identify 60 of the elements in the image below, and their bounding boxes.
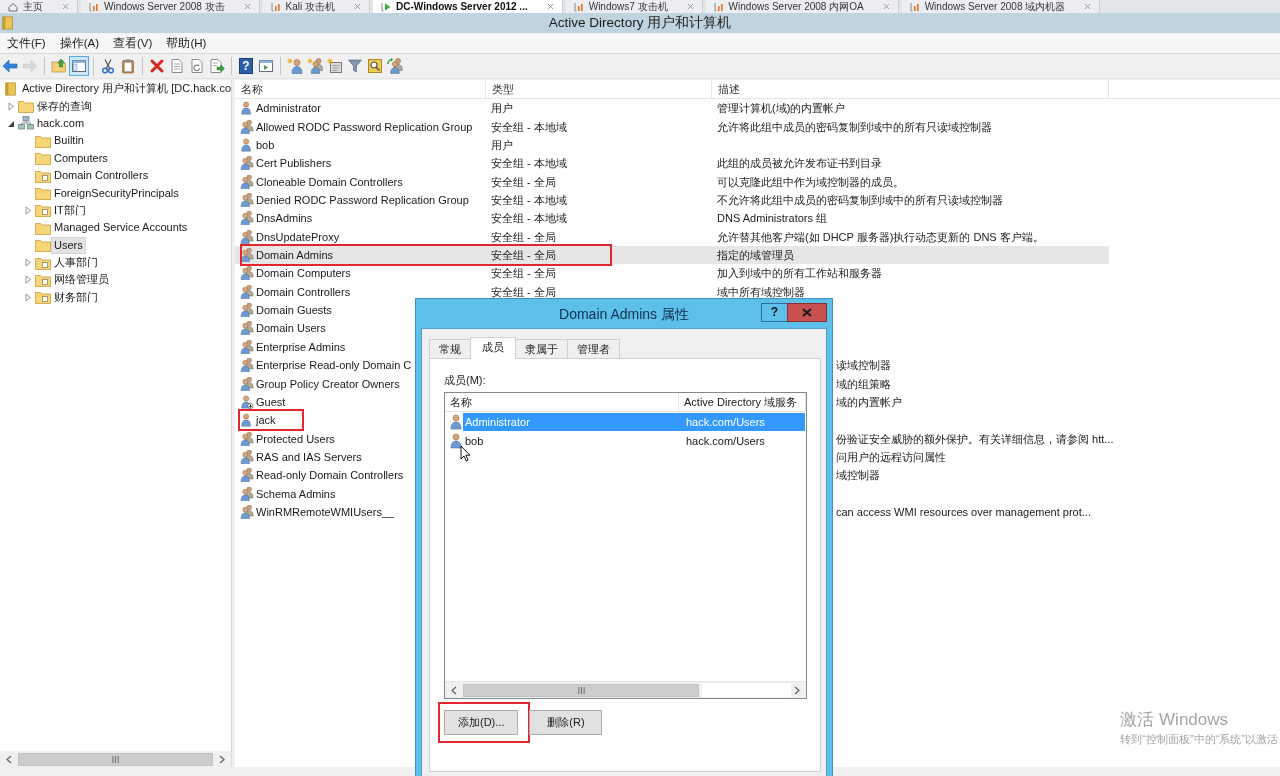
item-name: Enterprise Admins <box>256 339 346 354</box>
item-name: Group Policy Creator Owners <box>256 376 400 391</box>
item-name: Cert Publishers <box>256 156 332 171</box>
item-type: 安全组 - 全局 <box>491 267 556 280</box>
member-folder: hack.com/Users <box>685 435 766 447</box>
item-description: 读域控制器 <box>836 359 891 372</box>
item-description: 域的组策略 <box>836 377 891 390</box>
item-type: 安全组 - 全局 <box>491 175 556 188</box>
item-name: RAS and IAS Servers <box>256 450 362 464</box>
window-title: Active Directory 用户和计算机 <box>548 14 732 32</box>
item-name: Protected Users <box>256 431 335 446</box>
member-folder: hack.com/Users <box>685 416 766 428</box>
item-name: Domain Guests <box>256 303 332 318</box>
item-name: Denied RODC Password Replication Group <box>256 192 469 207</box>
item-description: 可以克隆此组中作为域控制器的成员。 <box>717 175 904 188</box>
item-name: Read-only Domain Controllers <box>256 468 404 483</box>
item-name: Domain Controllers <box>256 284 351 299</box>
dialog-title: Domain Admins 属性 <box>559 305 689 324</box>
item-type: 安全组 - 本地域 <box>491 193 567 206</box>
item-type: 用户 <box>491 138 513 151</box>
item-description: 允许将此组中成员的密码复制到域中的所有只读域控制器 <box>717 120 992 133</box>
item-name: Domain Users <box>256 321 326 336</box>
item-type: 用户 <box>491 102 513 115</box>
item-description: 管理计算机(域)的内置帐户 <box>717 102 846 115</box>
item-description: 域的内置帐户 <box>836 395 902 408</box>
item-description: 份验证安全威胁的额外保护。有关详细信息，请参阅 htt... <box>836 432 1114 445</box>
item-type: 安全组 - 全局 <box>491 249 556 262</box>
activation-title: 激活 Windows <box>1120 709 1229 730</box>
item-name: Domain Admins <box>256 248 334 263</box>
member-name: bob <box>464 435 485 447</box>
item-type: 安全组 - 全局 <box>491 285 556 298</box>
members-label: 成员(M): <box>444 373 486 387</box>
item-name: Enterprise Read-only Domain C <box>256 358 412 373</box>
item-description: 指定的域管理员 <box>717 249 794 262</box>
item-name: Schema Admins <box>256 486 336 501</box>
item-name: Allowed RODC Password Replication Group <box>256 119 473 134</box>
item-name: DnsAdmins <box>256 211 313 226</box>
item-description: 此组的成员被允许发布证书到目录 <box>717 157 882 170</box>
item-type: 安全组 - 本地域 <box>491 120 567 133</box>
item-name: WinRMRemoteWMIUsers__ <box>256 505 395 520</box>
item-type: 安全组 - 本地域 <box>491 212 567 225</box>
activation-hint: 转到“控制面板”中的“系统”以激活 <box>1120 732 1278 746</box>
item-name: jack <box>256 413 276 428</box>
item-description: 不允许将此组中成员的密码复制到域中的所有只读域控制器 <box>717 193 1003 206</box>
item-description: 域中所有域控制器 <box>717 285 805 298</box>
item-description: can access WMI resources over management prot... <box>836 506 1091 519</box>
item-description: DNS Administrators 组 <box>717 212 828 225</box>
item-name: bob <box>256 137 275 152</box>
member-name: Administrator <box>464 416 531 428</box>
item-description: 问用户的远程访问属性 <box>836 451 946 463</box>
item-name: DnsUpdateProxy <box>256 229 340 244</box>
item-name: Cloneable Domain Controllers <box>256 174 403 189</box>
item-description: 域控制器 <box>836 469 880 482</box>
item-type: 安全组 - 本地域 <box>491 157 567 170</box>
item-name: Domain Computers <box>256 266 351 281</box>
item-description: 加入到域中的所有工作站和服务器 <box>717 267 882 280</box>
item-description: 允许替其他客户端(如 DHCP 服务器)执行动态更新的 DNS 客户端。 <box>717 230 1044 243</box>
item-name: Administrator <box>256 101 321 116</box>
item-type: 安全组 - 全局 <box>491 230 556 243</box>
item-name: Guest <box>256 394 286 409</box>
